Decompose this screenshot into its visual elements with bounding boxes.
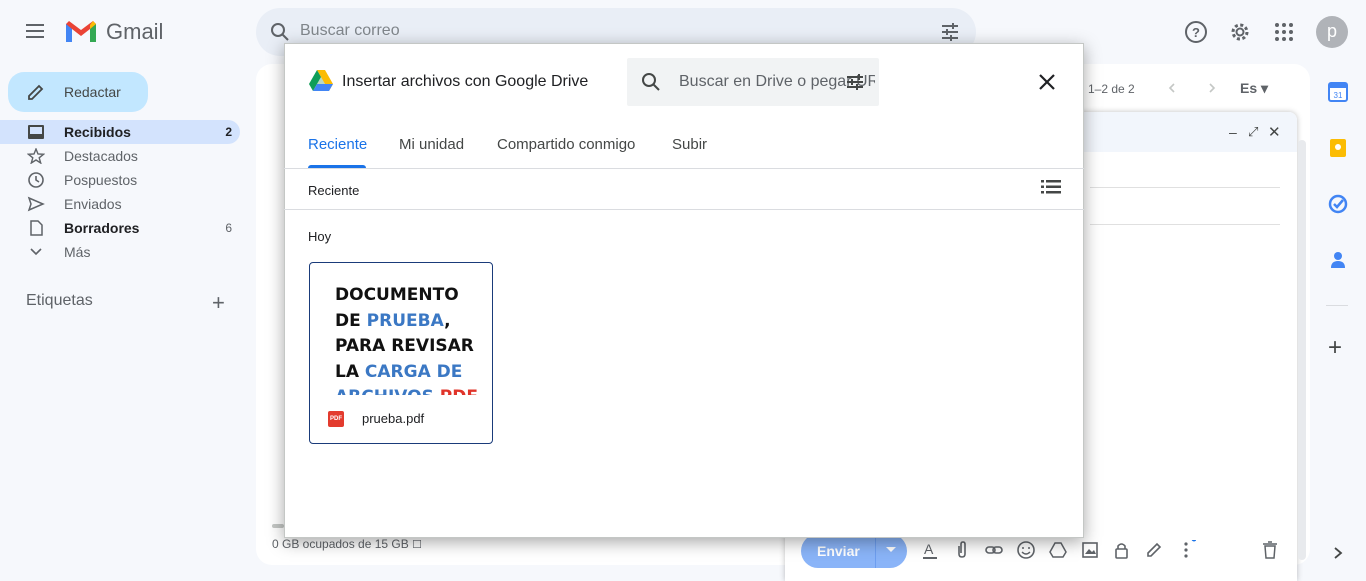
dialog-title: Insertar archivos con Google Drive [342, 73, 589, 90]
input-language-selector[interactable]: Es ▾ [1240, 80, 1268, 97]
add-label-icon[interactable]: + [212, 290, 225, 316]
nav-label: Enviados [64, 196, 122, 212]
emoji-icon[interactable] [1016, 540, 1036, 560]
lang-label: Es [1240, 80, 1258, 96]
prev-page-icon[interactable] [1166, 82, 1178, 94]
google-drive-icon [309, 70, 333, 91]
more-options-icon[interactable] [1176, 540, 1196, 560]
nav-label: Pospuestos [64, 172, 138, 188]
drive-icon[interactable] [1048, 540, 1068, 560]
file-thumbnail: DOCUMENTO DE PRUEBA, PARA REVISAR LA CAR… [335, 285, 478, 395]
tab-my-drive[interactable]: Mi unidad [399, 136, 464, 153]
nav-item-snoozed[interactable]: Pospuestos [0, 168, 240, 192]
pager-text: 1–2 de 2 [1088, 82, 1135, 96]
formatting-icon[interactable]: A [920, 540, 940, 560]
search-icon[interactable] [270, 22, 290, 42]
tab-shared-with-me[interactable]: Compartido conmigo [497, 136, 635, 153]
side-divider [1326, 305, 1348, 306]
tasks-icon[interactable] [1328, 194, 1348, 214]
search-options-icon[interactable] [940, 22, 960, 42]
svg-text:A: A [924, 541, 934, 557]
photo-icon[interactable] [1080, 540, 1100, 560]
file-card[interactable]: DOCUMENTO DE PRUEBA, PARA REVISAR LA CAR… [309, 262, 493, 444]
open-in-new-icon[interactable]: ☐ [412, 539, 422, 551]
side-panel-toggle-icon[interactable] [1332, 546, 1344, 560]
compose-label: Redactar [64, 84, 121, 100]
subject-field-divider [1090, 224, 1280, 225]
nav-item-drafts[interactable]: Borradores 6 [0, 216, 240, 240]
section-heading: Hoy [308, 229, 332, 244]
minimize-icon[interactable]: – [1229, 124, 1237, 140]
help-icon[interactable]: ? [1184, 20, 1208, 44]
clock-icon [28, 172, 44, 188]
attach-icon[interactable] [952, 540, 972, 560]
close-icon[interactable] [1036, 71, 1058, 93]
send-label: Enviar [817, 543, 860, 559]
tabs-divider [284, 168, 1084, 169]
close-compose-icon[interactable]: ✕ [1268, 123, 1281, 141]
next-page-icon[interactable] [1206, 82, 1218, 94]
add-addon-icon[interactable]: + [1328, 334, 1342, 362]
apps-grid-icon[interactable] [1272, 20, 1296, 44]
confidential-mode-icon[interactable] [1112, 540, 1132, 560]
gmail-logo[interactable] [64, 18, 98, 44]
nav-count: 6 [225, 221, 232, 235]
main-menu-button[interactable] [22, 20, 50, 44]
search-options-icon[interactable] [845, 72, 865, 92]
discard-draft-icon[interactable] [1260, 540, 1280, 560]
inbox-icon [28, 125, 44, 139]
gmail-brand: Gmail [106, 19, 164, 44]
nav-item-starred[interactable]: Destacados [0, 144, 240, 168]
nav-count: 2 [225, 125, 232, 139]
drive-search-input[interactable]: Buscar en Drive o pegar URL [627, 58, 879, 106]
link-icon[interactable] [984, 540, 1004, 560]
nav-label: Recibidos [64, 124, 131, 140]
scrollbar[interactable] [1298, 140, 1306, 560]
search-placeholder: Buscar correo [300, 22, 400, 39]
pdf-file-icon: PDF [328, 411, 344, 427]
breadcrumb-divider [284, 209, 1084, 210]
compose-button[interactable]: Redactar [8, 72, 148, 112]
nav-item-more[interactable]: Más [0, 240, 240, 264]
keep-icon[interactable] [1328, 138, 1348, 158]
nav-label: Borradores [64, 220, 140, 236]
send-options-icon[interactable] [886, 547, 896, 552]
nav-item-inbox[interactable]: Recibidos 2 [0, 120, 240, 144]
tab-upload[interactable]: Subir [672, 136, 707, 153]
breadcrumb: Reciente [308, 183, 360, 198]
account-avatar[interactable]: p [1316, 16, 1348, 48]
file-name: prueba.pdf [362, 411, 425, 426]
tab-recent[interactable]: Reciente [308, 136, 367, 153]
pencil-icon [28, 84, 44, 100]
storage-bar [272, 524, 284, 528]
nav-label: Destacados [64, 148, 138, 164]
calendar-icon[interactable]: 31 [1328, 82, 1348, 102]
settings-gear-icon[interactable] [1228, 20, 1252, 44]
send-button[interactable]: Enviar [801, 534, 907, 568]
nav-label: Más [64, 244, 91, 260]
svg-text:31: 31 [1334, 91, 1343, 100]
storage-text: 0 GB ocupados de 15 GB ☐ [272, 537, 422, 551]
signature-icon[interactable] [1144, 540, 1164, 560]
contacts-icon[interactable] [1328, 250, 1348, 270]
send-icon [27, 196, 45, 212]
search-icon[interactable] [641, 72, 661, 92]
draft-icon [30, 220, 43, 236]
svg-text:?: ? [1192, 25, 1200, 40]
expand-icon[interactable]: ⤢ [1248, 124, 1258, 140]
list-view-icon[interactable] [1041, 180, 1061, 194]
labels-heading: Etiquetas [26, 292, 93, 309]
star-icon [27, 148, 45, 164]
nav-item-sent[interactable]: Enviados [0, 192, 240, 216]
to-field-divider [1090, 187, 1280, 188]
chevron-down-icon [30, 248, 42, 256]
